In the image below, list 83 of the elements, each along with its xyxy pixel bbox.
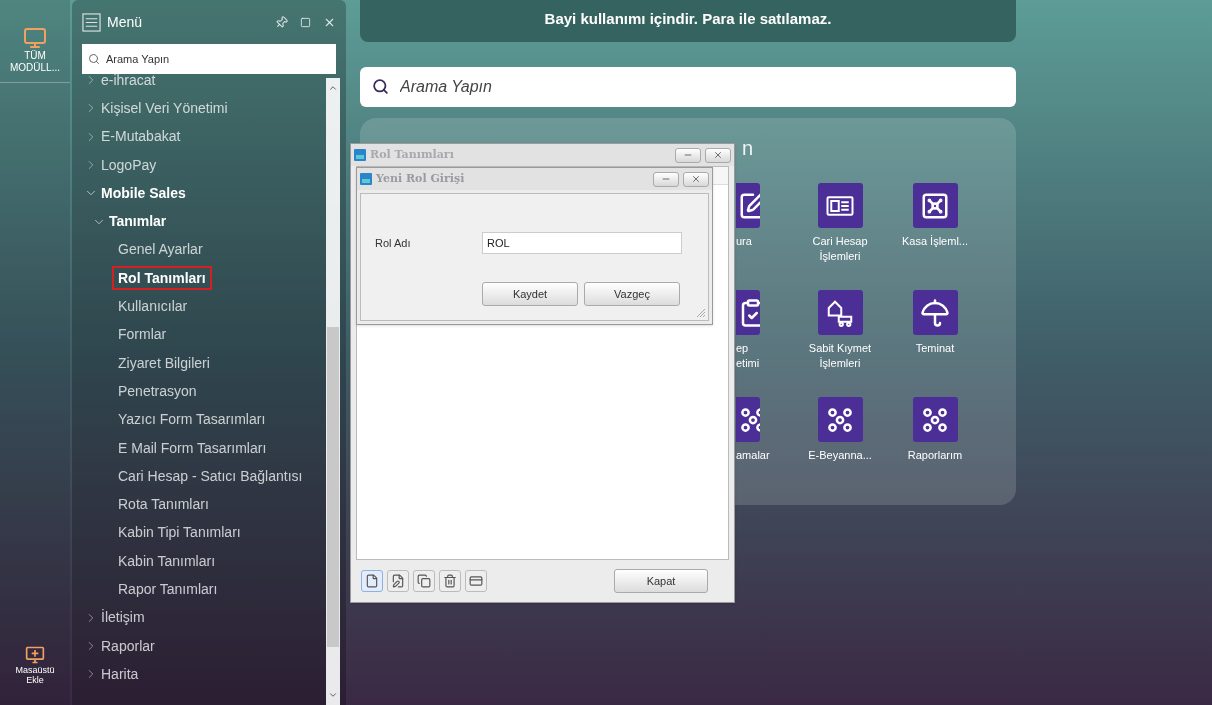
menu-item[interactable]: İletişim	[101, 607, 145, 629]
role-name-field[interactable]: ROL	[482, 232, 682, 254]
toolbar-button[interactable]	[361, 570, 383, 592]
menu-item[interactable]: Kullanıcılar	[118, 296, 188, 317]
menu-item[interactable]: Raporlar	[101, 635, 155, 657]
module-tile[interactable]	[736, 183, 760, 228]
menu-item[interactable]: Rapor Tanımları	[118, 579, 218, 600]
scroll-down-icon[interactable]	[328, 690, 338, 700]
module-label[interactable]: Teminat	[887, 341, 983, 356]
module-tile[interactable]	[912, 397, 958, 442]
close-icon	[691, 174, 701, 184]
module-label[interactable]: Kasa İşleml...	[887, 234, 983, 249]
minimize-button[interactable]	[675, 147, 701, 163]
menu-item[interactable]: Cari Hesap - Satıcı Bağlantısı	[118, 465, 303, 487]
module-tile[interactable]	[912, 290, 958, 335]
new-document-icon	[365, 574, 379, 588]
search-field[interactable]: Arama Yapın	[360, 67, 1016, 107]
search-icon	[88, 53, 100, 65]
dialog-button[interactable]: Kaydet	[482, 282, 578, 306]
umbrella-icon	[920, 297, 950, 328]
module-tile[interactable]	[817, 397, 863, 442]
panel-title: Menü	[107, 12, 144, 32]
app-icon	[360, 173, 372, 185]
copy-icon	[417, 574, 431, 588]
resize-grip-icon[interactable]	[696, 308, 706, 318]
rail-label[interactable]: Masaüstü Ekle	[15, 665, 55, 685]
minimize-button[interactable]	[653, 171, 679, 187]
scroll-up-icon[interactable]	[328, 83, 338, 93]
toolbar-button[interactable]	[387, 570, 409, 592]
menu-item[interactable]: Rol Tanımları	[112, 266, 212, 291]
close-button[interactable]	[683, 171, 709, 187]
menu-item[interactable]: E-Mutabakat	[101, 126, 181, 148]
edit-document-icon	[391, 574, 405, 588]
menu-item[interactable]: LogoPay	[101, 154, 157, 176]
maximize-icon[interactable]	[300, 16, 311, 28]
menu-item[interactable]: Formlar	[118, 324, 167, 346]
add-monitor-icon[interactable]	[25, 645, 45, 665]
toolbar-button[interactable]	[465, 570, 487, 592]
menu-item[interactable]: Kabin Tanımları	[118, 550, 215, 572]
search-icon	[372, 78, 389, 95]
scrollbar-thumb[interactable]	[327, 327, 339, 647]
module-label[interactable]: amalar	[736, 448, 782, 463]
window-title: Yeni Rol Girişi	[376, 170, 466, 187]
menu-item[interactable]: Tanımlar	[109, 211, 167, 233]
module-tile[interactable]	[736, 290, 760, 335]
menu-item[interactable]: Harita	[101, 663, 139, 685]
module-tile[interactable]	[817, 290, 863, 335]
field-label: Rol Adı	[375, 235, 412, 251]
menu-item[interactable]: Kabin Tipi Tanımları	[118, 522, 241, 544]
menu-item[interactable]: Yazıcı Form Tasarımları	[118, 409, 266, 431]
menu-item[interactable]: Ziyaret Bilgileri	[118, 352, 210, 374]
app-icon	[354, 149, 366, 161]
menu-item[interactable]: Mobile Sales	[101, 182, 186, 204]
menu-item[interactable]: Penetrasyon	[118, 380, 197, 402]
close-icon	[713, 150, 723, 160]
toolbar-button[interactable]	[413, 570, 435, 592]
module-label[interactable]: E-Beyanna...	[792, 448, 888, 463]
card-icon	[469, 574, 483, 588]
rail-label[interactable]: TÜM MODÜLL...	[0, 50, 70, 74]
module-label[interactable]: Sabit Kıymet İşlemleri	[792, 341, 888, 371]
module-tile[interactable]	[817, 183, 863, 228]
menu-item[interactable]: Genel Ayarlar	[118, 239, 203, 261]
menu-item[interactable]: Kişisel Veri Yönetimi	[101, 97, 228, 119]
trash-icon	[443, 574, 457, 588]
module-label[interactable]: ura	[736, 234, 782, 249]
module-label[interactable]: Raporlarım	[887, 448, 983, 463]
toolbar-button[interactable]	[439, 570, 461, 592]
section-title: n	[741, 136, 755, 161]
module-label[interactable]: ep etimi	[736, 341, 782, 371]
module-tile[interactable]	[736, 397, 760, 442]
close-button[interactable]	[705, 147, 731, 163]
window-title: Rol Tanımları	[370, 146, 455, 163]
menu-icon[interactable]	[82, 12, 101, 32]
scrollbar[interactable]	[326, 78, 340, 705]
menu-item[interactable]: Rota Tanımları	[118, 494, 209, 516]
banner-text: Bayi kullanımı içindir. Para ile satılamaz.	[544, 9, 832, 29]
module-label[interactable]: Cari Hesap İşlemleri	[792, 234, 888, 264]
monitor-icon[interactable]	[23, 26, 47, 50]
module-tile[interactable]	[912, 183, 958, 228]
dialog-button[interactable]: Vazgeç	[584, 282, 680, 306]
search-field[interactable]: Arama Yapın	[82, 44, 336, 74]
close-dialog-button[interactable]: Kapat	[614, 569, 708, 593]
menu-item[interactable]: E Mail Form Tasarımları	[118, 437, 267, 459]
